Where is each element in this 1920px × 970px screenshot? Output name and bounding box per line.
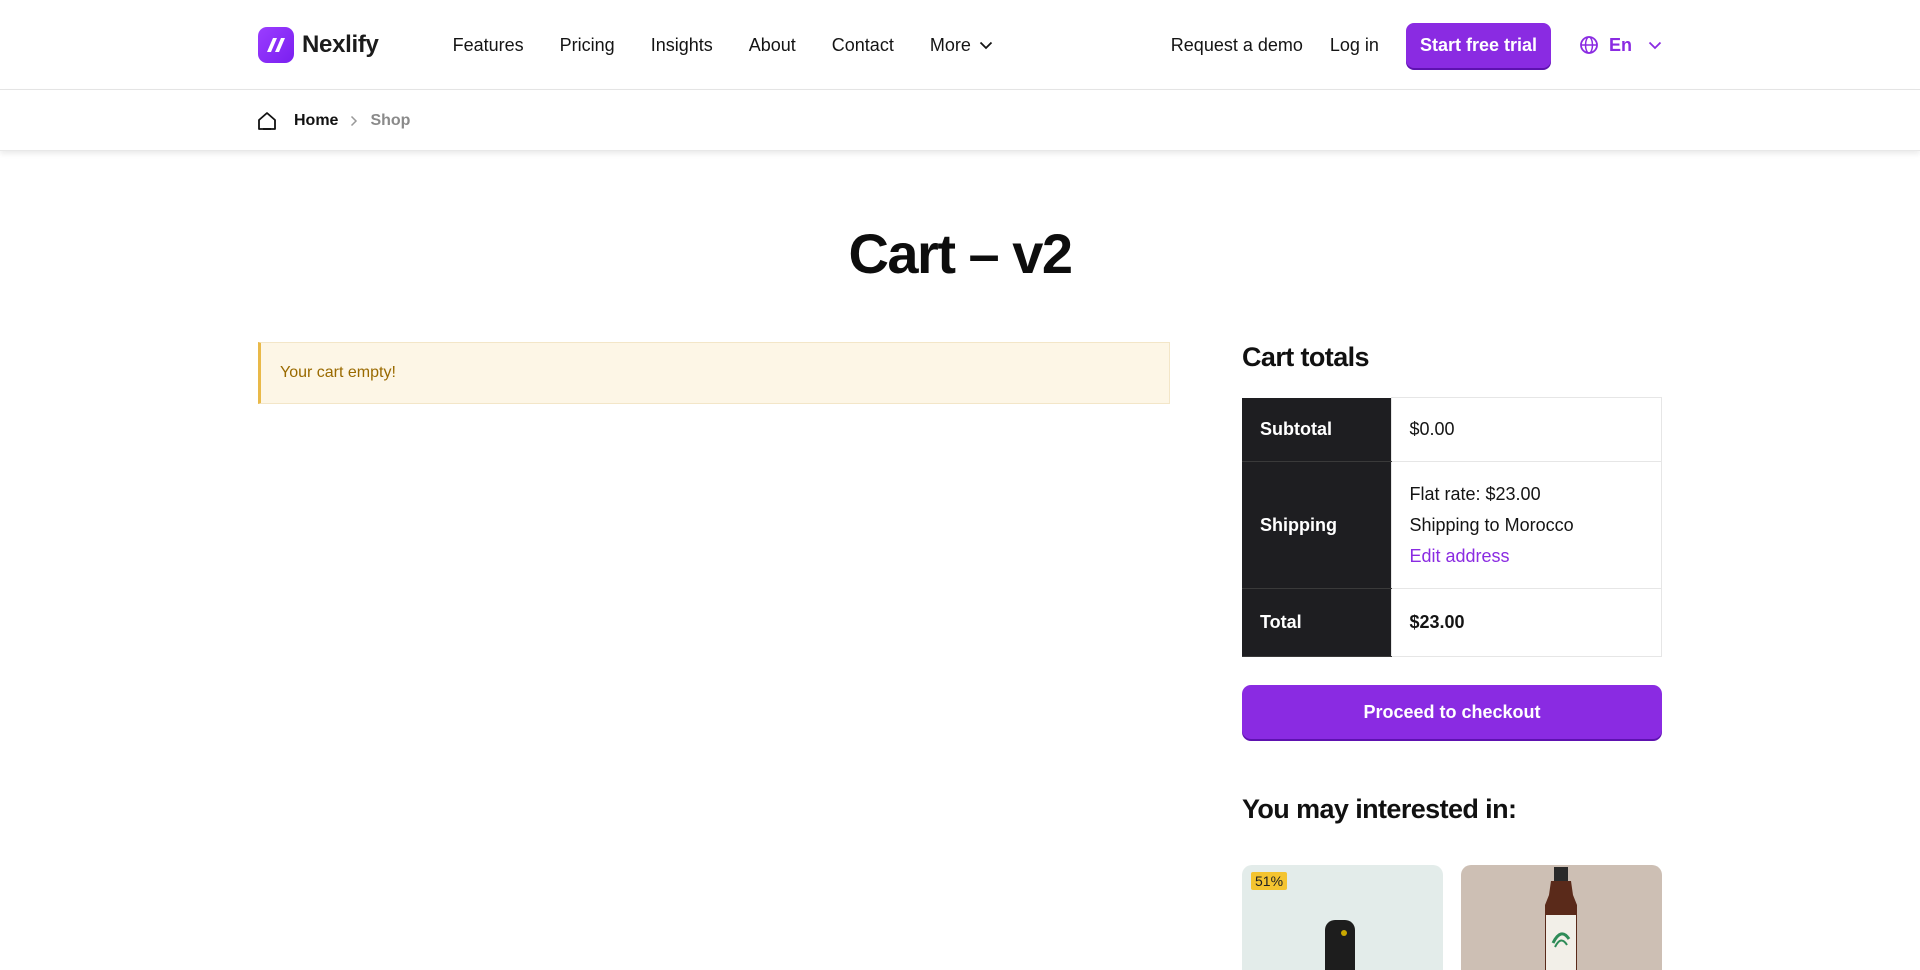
login-link[interactable]: Log in <box>1330 35 1379 56</box>
nav-contact[interactable]: Contact <box>832 35 894 56</box>
page-title: Cart – v2 <box>848 222 1073 285</box>
chevron-down-icon <box>1648 41 1662 49</box>
recommended-products: 51% <box>1242 865 1662 970</box>
cart-totals-table: Subtotal $0.00 Shipping Flat rate: $23.0… <box>1242 397 1662 657</box>
language-selector[interactable]: En <box>1579 35 1662 56</box>
start-free-trial-button[interactable]: Start free trial <box>1405 22 1551 68</box>
logo-icon <box>258 27 294 63</box>
recommendations-title: You may interested in: <box>1242 794 1517 824</box>
shipping-cell: Flat rate: $23.00 Shipping to Morocco Ed… <box>1390 461 1662 589</box>
nav-more[interactable]: More <box>930 35 993 56</box>
logo[interactable]: Nexlify <box>258 27 379 63</box>
breadcrumb-bar: Home Shop <box>0 90 1920 151</box>
shipping-rate: Flat rate: $23.00 <box>1409 483 1541 504</box>
product-card[interactable] <box>1461 865 1662 970</box>
empty-cart-text: Your cart empty! <box>280 364 396 381</box>
cart-totals-title: Cart totals <box>1242 342 1370 372</box>
product-card[interactable]: 51% <box>1242 865 1443 970</box>
nav-features[interactable]: Features <box>453 35 524 56</box>
nav-more-label: More <box>929 34 971 55</box>
main-nav: Features Pricing Insights About Contact … <box>453 35 993 56</box>
nav-pricing[interactable]: Pricing <box>560 35 615 56</box>
home-icon[interactable] <box>256 110 278 132</box>
total-value: $23.00 <box>1390 588 1662 657</box>
subtotal-value: $0.00 <box>1390 397 1662 462</box>
breadcrumb-home[interactable]: Home <box>294 112 338 130</box>
nav-insights[interactable]: Insights <box>651 35 713 56</box>
cart-content: Your cart empty! Cart totals Subtotal $0… <box>258 342 1662 970</box>
edit-address-link[interactable]: Edit address <box>1410 546 1510 566</box>
subtotal-label: Subtotal <box>1242 397 1391 462</box>
shipping-label: Shipping <box>1242 461 1391 589</box>
cart-left-column: Your cart empty! <box>258 342 1170 970</box>
product-bottle-image <box>1325 920 1355 970</box>
total-label: Total <box>1242 588 1391 657</box>
header-actions: Request a demo Log in Start free trial E… <box>1171 22 1662 68</box>
nav-about[interactable]: About <box>749 35 796 56</box>
total-row: Total $23.00 <box>1242 588 1662 657</box>
logo-text: Nexlify <box>302 31 379 58</box>
chevron-down-icon <box>979 41 992 49</box>
globe-icon <box>1580 36 1598 54</box>
breadcrumb-current: Shop <box>370 111 411 129</box>
language-label: En <box>1608 34 1632 55</box>
shipping-destination: Shipping to Morocco <box>1409 514 1574 535</box>
request-demo-link[interactable]: Request a demo <box>1171 35 1303 56</box>
shipping-row: Shipping Flat rate: $23.00 Shipping to M… <box>1242 461 1662 589</box>
breadcrumb: Home Shop <box>256 110 410 132</box>
subtotal-row: Subtotal $0.00 <box>1242 397 1662 462</box>
product-bottle-image <box>1545 867 1577 970</box>
empty-cart-notice: Your cart empty! <box>258 342 1170 404</box>
proceed-to-checkout-button[interactable]: Proceed to checkout <box>1242 685 1662 739</box>
site-header: Nexlify Features Pricing Insights About … <box>0 0 1920 90</box>
chevron-right-icon <box>351 115 358 126</box>
cart-sidebar: Cart totals Subtotal $0.00 Shipping Flat… <box>1242 342 1662 970</box>
